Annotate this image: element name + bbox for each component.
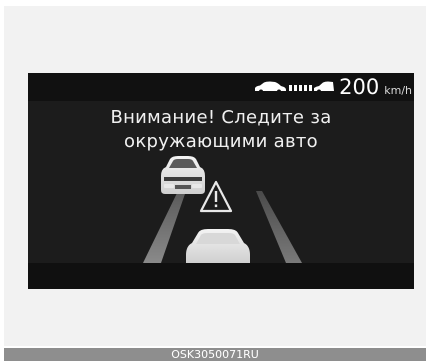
left-lane-line: [143, 191, 186, 263]
own-car-icon: [186, 229, 250, 263]
caption-bar: OSK3050071RU: [4, 348, 426, 361]
lead-car-icon: [161, 156, 205, 194]
cluster-bottom-bar: [28, 263, 414, 289]
warning-triangle-icon: [199, 180, 233, 213]
road-scene: [143, 156, 302, 263]
figure-code: OSK3050071RU: [171, 348, 259, 361]
right-lane-line: [256, 191, 302, 263]
instrument-cluster-display: 200 km/h Внимание! Следите за окружающим…: [28, 73, 414, 289]
